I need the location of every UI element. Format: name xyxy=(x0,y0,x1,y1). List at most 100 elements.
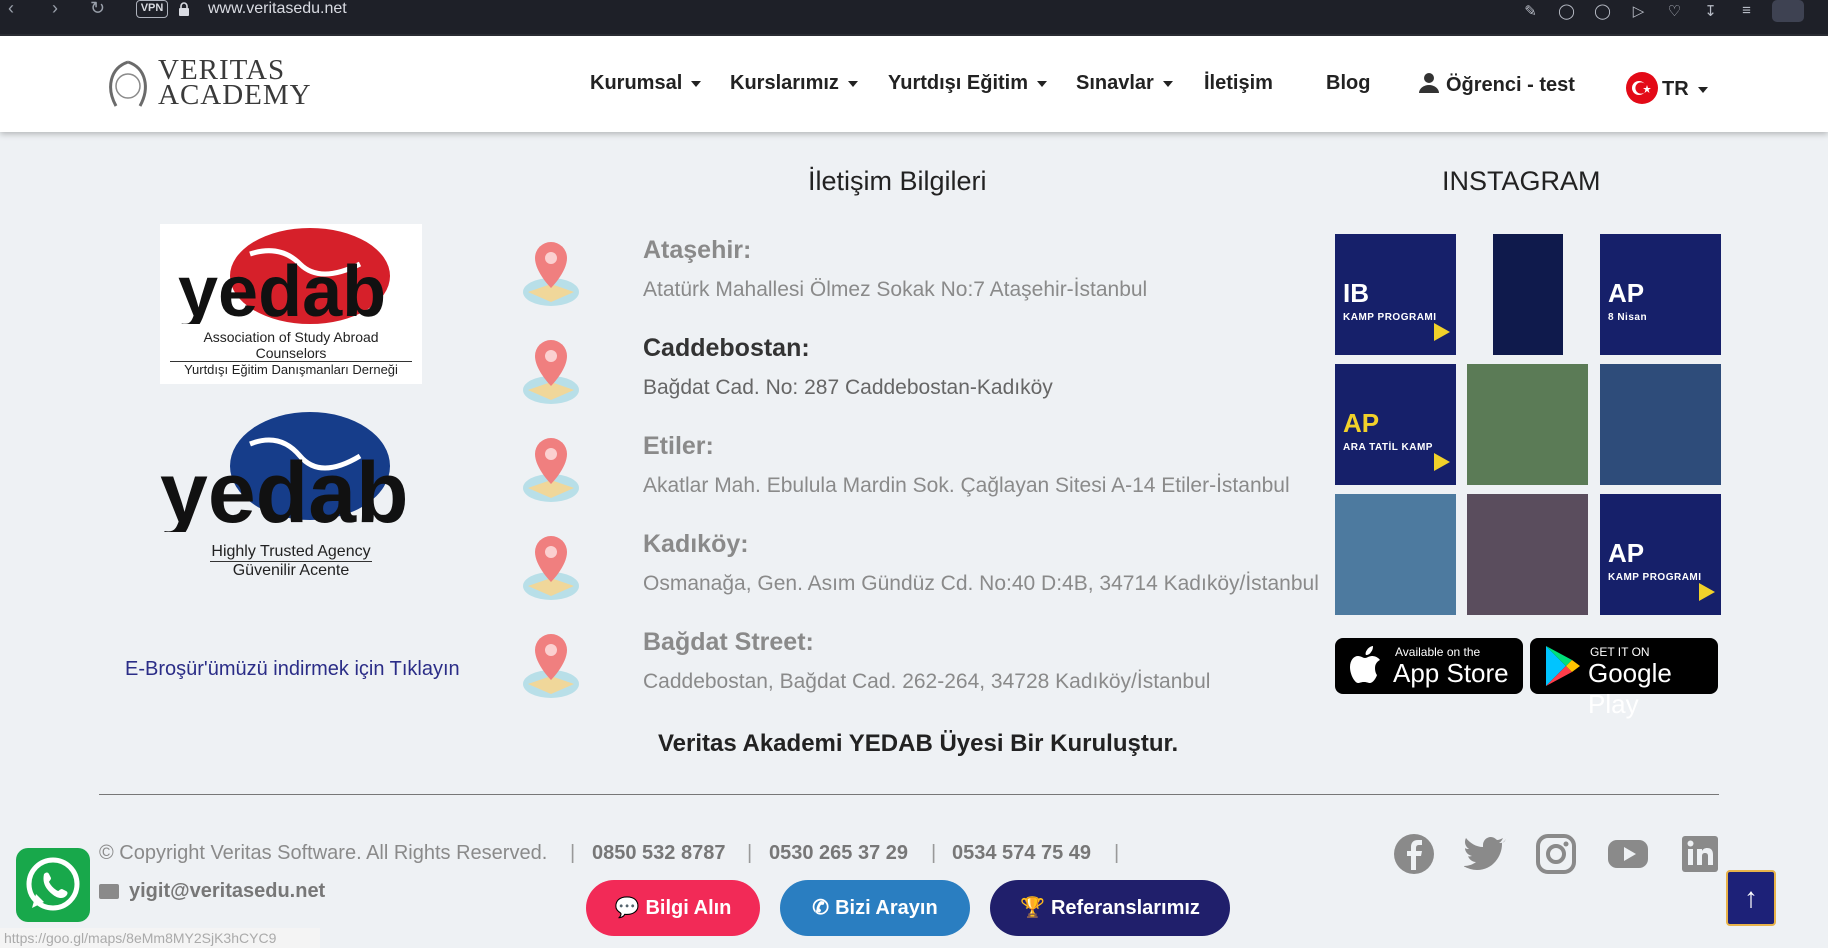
chat-icon: 💬 xyxy=(614,897,640,919)
page: VERITAS ACADEMY Kurumsal Kurslarımız Yur… xyxy=(0,36,1828,948)
laurel-icon xyxy=(109,60,147,107)
instagram-post[interactable]: AP 8 Nisan xyxy=(1600,234,1721,355)
nav-yurtdisi-egitim[interactable]: Yurtdışı Eğitim xyxy=(888,72,1048,95)
download-icon[interactable]: ↧ xyxy=(1700,2,1721,20)
apple-icon xyxy=(1350,646,1380,683)
google-play-bottom: Google Play xyxy=(1588,658,1672,719)
twitter-icon[interactable] xyxy=(1464,832,1508,876)
app-store-bottom: App Store xyxy=(1393,658,1509,688)
globe-icon: yedab xyxy=(178,228,390,332)
instagram-post[interactable] xyxy=(1600,364,1721,485)
app-store-top: Available on the xyxy=(1395,645,1481,659)
site-header: VERITAS ACADEMY Kurumsal Kurslarımız Yur… xyxy=(0,36,1828,132)
separator: | xyxy=(747,842,753,864)
chevron-down-icon xyxy=(1697,86,1708,93)
location-address[interactable]: Akatlar Mah. Ebulula Mardin Sok. Çağlaya… xyxy=(643,474,1290,498)
facebook-icon[interactable] xyxy=(1392,832,1436,876)
user-menu[interactable]: Öğrenci - test xyxy=(1418,72,1575,97)
badge-line2: Yurtdışı Eğitim Danışmanları Derneği xyxy=(184,362,398,377)
instagram-post[interactable] xyxy=(1467,364,1588,485)
yedab-member-note: Veritas Akademi YEDAB Üyesi Bir Kuruluşt… xyxy=(658,730,1179,757)
phone-number[interactable]: 0530 265 37 29 xyxy=(769,842,908,865)
badge-line1: Association of Study Abroad Counselors xyxy=(170,329,412,362)
whatsapp-button[interactable] xyxy=(16,848,90,922)
address-bar[interactable]: www.veritasedu.net xyxy=(208,0,347,18)
shield-icon[interactable]: ◯ xyxy=(1592,2,1613,20)
chevron-down-icon xyxy=(847,80,858,87)
heart-icon[interactable]: ♡ xyxy=(1664,2,1685,20)
arrow-up-icon: ↑ xyxy=(1744,882,1758,913)
language-switch[interactable]: TR xyxy=(1626,72,1708,104)
phone-number[interactable]: 0534 574 75 49 xyxy=(952,842,1091,865)
edit-icon[interactable]: ✎ xyxy=(1520,2,1541,20)
instagram-icon[interactable] xyxy=(1534,832,1578,876)
separator: | xyxy=(1114,842,1120,864)
map-pin-icon xyxy=(523,536,579,600)
map-pin-icon xyxy=(523,242,579,306)
camera-icon[interactable]: ◯ xyxy=(1556,2,1577,20)
nav-sinavlar[interactable]: Sınavlar xyxy=(1076,72,1173,95)
svg-text:yedab: yedab xyxy=(178,252,386,324)
svg-text:yedab: yedab xyxy=(160,445,409,532)
nav-blog[interactable]: Blog xyxy=(1326,72,1370,95)
google-play-button[interactable]: GET IT ON Google Play xyxy=(1530,638,1718,719)
separator: | xyxy=(570,842,576,864)
chevron-down-icon xyxy=(1162,80,1173,87)
whatsapp-icon xyxy=(26,857,80,911)
vpn-badge[interactable]: VPN xyxy=(136,0,168,18)
user-icon xyxy=(1419,73,1439,93)
lock-icon xyxy=(179,2,189,16)
envelope-icon xyxy=(99,884,119,899)
instagram-post[interactable]: AP KAMP PROGRAMI xyxy=(1600,494,1721,615)
back-icon[interactable]: ‹ xyxy=(8,0,14,19)
nav-iletisim[interactable]: İletişim xyxy=(1204,72,1273,95)
send-icon[interactable]: ▷ xyxy=(1628,2,1649,20)
chevron-down-icon xyxy=(1037,80,1048,87)
veritas-logo[interactable]: VERITAS ACADEMY xyxy=(100,56,311,112)
instagram-post[interactable]: IB KAMP PROGRAMI xyxy=(1335,234,1456,355)
contact-title: İletişim Bilgileri xyxy=(808,166,987,196)
instagram-post[interactable] xyxy=(1335,494,1456,615)
location-name: Caddebostan: xyxy=(643,334,810,362)
references-button[interactable]: 🏆 Referanslarımız xyxy=(990,880,1230,936)
location-address[interactable]: Caddebostan, Bağdat Cad. 262-264, 34728 … xyxy=(643,670,1210,694)
scroll-to-top-button[interactable]: ↑ xyxy=(1726,870,1776,926)
call-us-button[interactable]: ✆ Bizi Arayın xyxy=(780,880,970,936)
nav-kurslarimiz[interactable]: Kurslarımız xyxy=(730,72,858,95)
globe-icon: yedab xyxy=(160,412,409,541)
copyright-text: © Copyright Veritas Software. All Rights… xyxy=(99,842,548,864)
location-address[interactable]: Bağdat Cad. No: 287 Caddebostan-Kadıköy xyxy=(643,376,1053,400)
location-name: Etiler: xyxy=(643,432,714,460)
trophy-icon: 🏆 xyxy=(1020,897,1045,919)
email-link[interactable]: yigit@veritasedu.net xyxy=(129,880,325,903)
linkedin-icon[interactable] xyxy=(1678,832,1722,876)
phone-number[interactable]: 0850 532 8787 xyxy=(592,842,725,865)
yedab-badge-association[interactable]: yedab Association of Study Abroad Counse… xyxy=(160,224,422,384)
instagram-post[interactable] xyxy=(1493,234,1563,355)
menu-icon[interactable]: ≡ xyxy=(1736,2,1757,20)
turkey-flag-icon xyxy=(1626,72,1658,104)
location-address[interactable]: Atatürk Mahallesi Ölmez Sokak No:7 Ataşe… xyxy=(643,278,1147,302)
youtube-icon[interactable] xyxy=(1606,832,1650,876)
google-play-top: GET IT ON xyxy=(1590,645,1650,659)
instagram-post[interactable]: AP ARA TATİL KAMP xyxy=(1335,364,1456,485)
app-store-button[interactable]: Available on the App Store xyxy=(1335,638,1523,694)
location-address[interactable]: Osmanağa, Gen. Asım Gündüz Cd. No:40 D:4… xyxy=(643,572,1319,596)
separator: | xyxy=(931,842,937,864)
badge-line2: Güvenilir Acente xyxy=(232,562,350,579)
info-button[interactable]: 💬 Bilgi Alın xyxy=(586,880,760,936)
location-name: Ataşehir: xyxy=(643,236,752,264)
brochure-download-link[interactable]: E-Broşür'ümüzü indirmek için Tıklayın xyxy=(125,658,460,681)
status-bar-url: https://goo.gl/maps/8eMm8MY2SjK3hCYC9 xyxy=(0,928,320,948)
reload-icon[interactable]: ↻ xyxy=(90,0,105,19)
logo-line2: ACADEMY xyxy=(158,79,312,111)
nav-kurumsal[interactable]: Kurumsal xyxy=(590,72,702,95)
yedab-badge-trusted[interactable]: yedab Highly Trusted Agency Güvenilir Ac… xyxy=(160,410,422,596)
instagram-post[interactable] xyxy=(1467,494,1588,615)
google-play-icon xyxy=(1546,646,1580,686)
footer-divider xyxy=(99,794,1719,795)
map-pin-icon xyxy=(523,634,579,698)
forward-icon[interactable]: › xyxy=(52,0,58,19)
instagram-title: INSTAGRAM xyxy=(1442,166,1601,196)
profile-icon[interactable] xyxy=(1772,0,1804,22)
